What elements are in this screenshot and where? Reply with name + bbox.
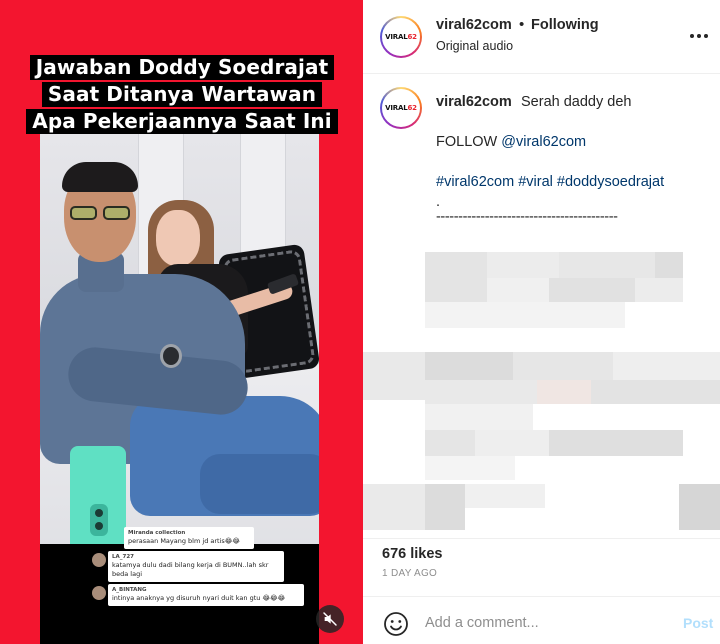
overlay-comment-text: perasaan Mayang blm jd artis😂😂 <box>128 537 240 545</box>
caption-text: Serah daddy deh <box>521 94 632 110</box>
overlay-comment: LA_727 katamya dulu dadi bilang kerja di… <box>108 551 284 582</box>
post-panel: VIRAL62 viral62com • Following Original … <box>363 0 720 644</box>
divider <box>363 596 720 597</box>
caption-follow-line: FOLLOW @viral62com <box>436 134 587 150</box>
caption-dot: . <box>436 194 441 210</box>
original-audio-link[interactable]: Original audio <box>436 39 513 53</box>
caption-hashtags: #viral62com #viral #doddysoedrajat <box>436 174 664 190</box>
mute-button[interactable] <box>316 605 344 633</box>
divider <box>363 538 720 539</box>
avatar <box>92 553 106 567</box>
post-timestamp[interactable]: 1 DAY AGO <box>382 568 437 579</box>
video-title-line: Jawaban Doddy Soedrajat <box>29 55 335 80</box>
emoji-button[interactable] <box>383 611 409 637</box>
post-header: VIRAL62 viral62com • Following Original … <box>363 0 720 74</box>
overlay-comment-name: LA_727 <box>112 554 134 560</box>
likes-count[interactable]: 676 likes <box>382 546 442 562</box>
overlay-comment-text: katamya dulu dadi bilang kerja di BUMN..… <box>112 561 269 578</box>
reel-video[interactable]: Jawaban Doddy Soedrajat Saat Ditanya War… <box>0 0 363 644</box>
hashtag-link[interactable]: #viral62com <box>436 174 514 190</box>
mention-link[interactable]: @viral62com <box>501 134 586 150</box>
avatar <box>92 586 106 600</box>
comment-input[interactable] <box>425 612 675 634</box>
emoji-icon <box>384 612 408 636</box>
hashtag-link[interactable]: #viral <box>518 174 553 190</box>
more-options-button[interactable] <box>687 24 711 48</box>
overlay-comment-name: Miranda collection <box>128 530 186 536</box>
caption-avatar[interactable]: VIRAL62 <box>380 87 422 129</box>
overlay-comment-text: intinya anaknya yg disuruh nyari duit ka… <box>112 594 286 602</box>
brand-logo: VIRAL62 <box>385 104 417 112</box>
separator-dot: • <box>519 16 525 33</box>
header-username[interactable]: viral62com <box>436 17 512 33</box>
following-button[interactable]: Following <box>531 17 599 33</box>
caption-username[interactable]: viral62com <box>436 94 512 110</box>
video-title-overlay: Jawaban Doddy Soedrajat Saat Ditanya War… <box>14 55 350 136</box>
overlay-comment: A_BINTANG intinya anaknya yg disuruh nya… <box>108 584 304 606</box>
overlay-comment: Miranda collection perasaan Mayang blm j… <box>124 527 254 549</box>
video-title-line: Saat Ditanya Wartawan <box>41 82 323 107</box>
caption-divider: ----------------------------------------… <box>436 209 618 225</box>
speaker-muted-icon <box>323 612 337 626</box>
watch <box>160 344 182 368</box>
more-dots-icon <box>690 34 694 38</box>
post-comment-button[interactable]: Post <box>683 615 713 631</box>
overlay-comment-name: A_BINTANG <box>112 587 147 593</box>
video-title-line: Apa Pekerjaannya Saat Ini <box>26 109 338 134</box>
brand-logo: VIRAL62 <box>385 33 417 41</box>
hashtag-link[interactable]: #doddysoedrajat <box>557 174 664 190</box>
avatar[interactable]: VIRAL62 <box>380 16 422 58</box>
